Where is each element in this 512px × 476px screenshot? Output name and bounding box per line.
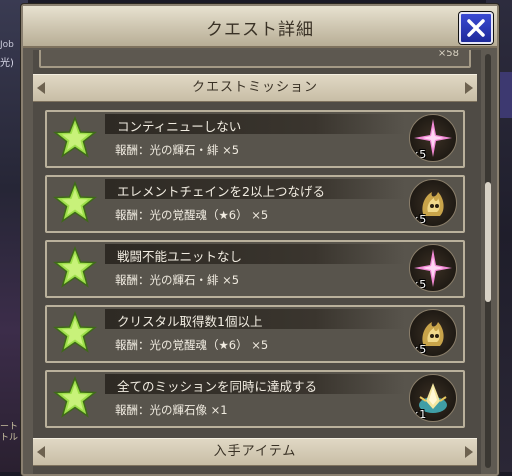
mission-reward: 報酬：光の輝石像 ×1 — [115, 403, 228, 417]
star-icon — [53, 311, 97, 353]
section-title: クエストミッション — [191, 80, 318, 95]
dialog-title: クエスト詳細 — [206, 20, 314, 40]
scroll-thumb[interactable] — [485, 182, 491, 302]
mission-reward: 報酬：光の覚醒魂（★6） ×5 — [115, 338, 269, 352]
scrollbar[interactable] — [485, 54, 491, 468]
dialog-header: クエスト詳細 — [23, 6, 497, 48]
background-text: 光) — [0, 58, 14, 69]
quest-detail-dialog: クエスト詳細 ×58 クエストミッション コンティニューしない 報酬：光の輝石・… — [21, 4, 499, 476]
previous-item-card: ×58 — [39, 50, 471, 68]
mission-title: エレメントチェインを2以上つなげる — [117, 184, 325, 199]
star-icon — [53, 116, 97, 158]
star-icon — [53, 181, 97, 223]
reward-quantity: ×5 — [410, 278, 427, 291]
reward-quantity: ×5 — [410, 343, 427, 356]
reward-quantity: ×5 — [410, 213, 427, 226]
mission-card: コンティニューしない 報酬：光の輝石・緋 ×5 ×5 — [45, 110, 465, 168]
mission-card: クリスタル取得数1個以上 報酬：光の覚醒魂（★6） ×5 ×5 — [45, 305, 465, 363]
mission-card: 戦闘不能ユニットなし 報酬：光の輝石・緋 ×5 ×5 — [45, 240, 465, 298]
reward-item-button[interactable]: ×5 — [409, 114, 457, 162]
mission-reward: 報酬：光の覚醒魂（★6） ×5 — [115, 208, 269, 222]
close-button[interactable] — [459, 12, 493, 44]
section-banner-missions: クエストミッション — [33, 74, 477, 102]
star-icon — [53, 246, 97, 288]
background-tab — [497, 72, 512, 118]
star-icon — [53, 376, 97, 418]
background-text: ート トル — [0, 422, 19, 443]
reward-item-button[interactable]: ×5 — [409, 244, 457, 292]
close-icon — [467, 19, 485, 37]
background-text: Job — [0, 40, 14, 50]
mission-title: クリスタル取得数1個以上 — [117, 314, 263, 329]
dialog-content[interactable]: ×58 クエストミッション コンティニューしない 報酬：光の輝石・緋 ×5 ×5 — [33, 50, 481, 474]
reward-item-button[interactable]: ×5 — [409, 179, 457, 227]
mission-card: エレメントチェインを2以上つなげる 報酬：光の覚醒魂（★6） ×5 ×5 — [45, 175, 465, 233]
previous-item-count: ×58 — [437, 50, 459, 59]
reward-item-button[interactable]: ×5 — [409, 309, 457, 357]
section-banner-items: 入手アイテム — [33, 438, 477, 466]
reward-quantity: ×1 — [410, 408, 427, 421]
section-title: 入手アイテム — [213, 444, 297, 459]
mission-title: 戦闘不能ユニットなし — [117, 249, 243, 264]
mission-title: コンティニューしない — [117, 119, 242, 134]
mission-title: 全てのミッションを同時に達成する — [117, 379, 318, 394]
reward-quantity: ×5 — [410, 148, 427, 161]
mission-reward: 報酬：光の輝石・緋 ×5 — [115, 273, 240, 287]
mission-card: 全てのミッションを同時に達成する 報酬：光の輝石像 ×1 ×1 — [45, 370, 465, 428]
reward-item-button[interactable]: ×1 — [409, 374, 457, 422]
mission-reward: 報酬：光の輝石・緋 ×5 — [115, 143, 240, 157]
